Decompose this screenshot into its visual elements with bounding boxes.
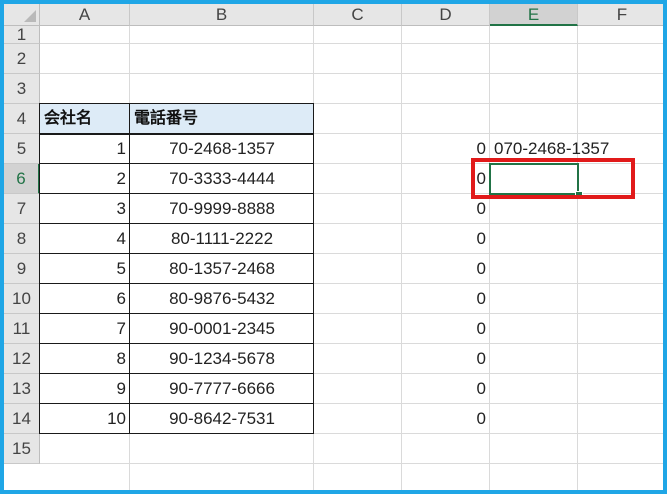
screenshot-frame: A B C D E F 1 2 3 4 5 6 7 8 9 10 11 12 13 14 15 会社名 電話番号 1 70-24… bbox=[0, 0, 667, 494]
column-d-value[interactable]: 0 bbox=[402, 374, 490, 404]
table-cell-number[interactable]: 10 bbox=[40, 404, 130, 434]
table-cell-number[interactable]: 7 bbox=[40, 314, 130, 344]
column-d-value[interactable]: 0 bbox=[402, 404, 490, 434]
row-header-6[interactable]: 6 bbox=[4, 164, 40, 194]
row-header-10[interactable]: 10 bbox=[4, 284, 40, 314]
table-border bbox=[40, 343, 314, 344]
row-header-2[interactable]: 2 bbox=[4, 44, 40, 74]
row-header-8[interactable]: 8 bbox=[4, 224, 40, 254]
table-border bbox=[40, 313, 314, 314]
column-header-f[interactable]: F bbox=[578, 4, 663, 26]
gridline-horizontal bbox=[40, 463, 663, 464]
table-border bbox=[39, 103, 40, 434]
column-d-value[interactable]: 0 bbox=[402, 224, 490, 254]
select-all-triangle-icon bbox=[24, 10, 36, 22]
gridline-horizontal bbox=[40, 43, 663, 44]
gridline-vertical bbox=[577, 26, 578, 490]
table-border bbox=[40, 433, 314, 434]
column-d-value[interactable]: 0 bbox=[402, 284, 490, 314]
row-header-9[interactable]: 9 bbox=[4, 254, 40, 284]
row-header-5[interactable]: 5 bbox=[4, 134, 40, 164]
spreadsheet-grid: A B C D E F 1 2 3 4 5 6 7 8 9 10 11 12 13 14 15 会社名 電話番号 1 70-24… bbox=[4, 4, 663, 490]
row-header-11[interactable]: 11 bbox=[4, 314, 40, 344]
row-header-4[interactable]: 4 bbox=[4, 104, 40, 134]
table-cell-phone[interactable]: 90-7777-6666 bbox=[130, 374, 314, 404]
row-header-12[interactable]: 12 bbox=[4, 344, 40, 374]
table-header-phone[interactable]: 電話番号 bbox=[130, 104, 314, 134]
table-cell-phone[interactable]: 90-1234-5678 bbox=[130, 344, 314, 374]
table-border bbox=[40, 403, 314, 404]
column-header-c[interactable]: C bbox=[314, 4, 402, 26]
table-border bbox=[40, 223, 314, 224]
table-cell-phone[interactable]: 70-2468-1357 bbox=[130, 134, 314, 164]
table-cell-phone[interactable]: 90-8642-7531 bbox=[130, 404, 314, 434]
table-cell-phone[interactable]: 80-9876-5432 bbox=[130, 284, 314, 314]
table-cell-phone[interactable]: 90-0001-2345 bbox=[130, 314, 314, 344]
table-border bbox=[40, 283, 314, 284]
table-cell-number[interactable]: 2 bbox=[40, 164, 130, 194]
table-border bbox=[313, 103, 314, 434]
row-header-1[interactable]: 1 bbox=[4, 26, 40, 44]
table-cell-number[interactable]: 6 bbox=[40, 284, 130, 314]
table-header-company[interactable]: 会社名 bbox=[40, 104, 130, 134]
table-cell-number[interactable]: 8 bbox=[40, 344, 130, 374]
column-d-value[interactable]: 0 bbox=[402, 314, 490, 344]
table-border bbox=[40, 253, 314, 254]
table-border bbox=[40, 163, 314, 164]
table-cell-number[interactable]: 1 bbox=[40, 134, 130, 164]
table-cell-phone[interactable]: 80-1111-2222 bbox=[130, 224, 314, 254]
table-cell-number[interactable]: 9 bbox=[40, 374, 130, 404]
column-header-a[interactable]: A bbox=[40, 4, 130, 26]
column-header-b[interactable]: B bbox=[130, 4, 314, 26]
table-cell-phone[interactable]: 80-1357-2468 bbox=[130, 254, 314, 284]
select-all-corner[interactable] bbox=[4, 4, 40, 26]
row-header-14[interactable]: 14 bbox=[4, 404, 40, 434]
table-cell-number[interactable]: 3 bbox=[40, 194, 130, 224]
table-cell-number[interactable]: 4 bbox=[40, 224, 130, 254]
table-border bbox=[40, 103, 314, 104]
highlight-box bbox=[471, 158, 635, 199]
row-header-15[interactable]: 15 bbox=[4, 434, 40, 464]
column-header-d[interactable]: D bbox=[402, 4, 490, 26]
column-d-value[interactable]: 0 bbox=[402, 254, 490, 284]
column-header-e[interactable]: E bbox=[490, 4, 578, 26]
row-header-13[interactable]: 13 bbox=[4, 374, 40, 404]
gridline-horizontal bbox=[40, 73, 663, 74]
row-header-3[interactable]: 3 bbox=[4, 74, 40, 104]
row-header-7[interactable]: 7 bbox=[4, 194, 40, 224]
column-d-value[interactable]: 0 bbox=[402, 344, 490, 374]
table-cell-phone[interactable]: 70-9999-8888 bbox=[130, 194, 314, 224]
table-border bbox=[40, 133, 314, 135]
table-border bbox=[40, 193, 314, 194]
table-cell-phone[interactable]: 70-3333-4444 bbox=[130, 164, 314, 194]
table-border bbox=[129, 103, 130, 434]
table-border bbox=[40, 373, 314, 374]
table-cell-number[interactable]: 5 bbox=[40, 254, 130, 284]
